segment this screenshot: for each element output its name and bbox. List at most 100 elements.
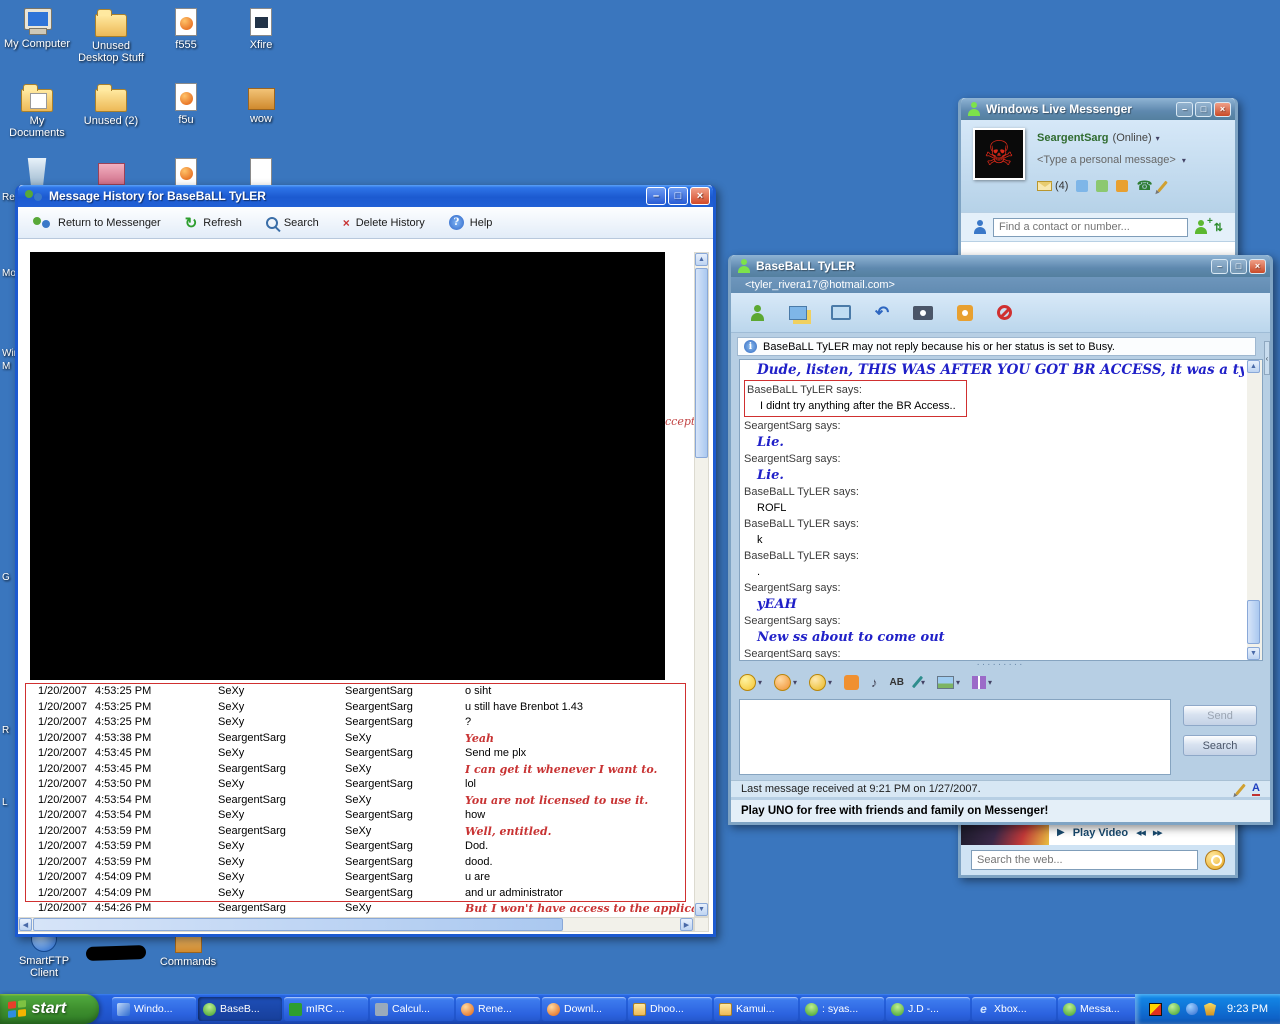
ad-banner[interactable]: Play UNO for free with friends and famil… xyxy=(731,800,1270,822)
gifts-picker[interactable]: ▾ xyxy=(972,676,992,689)
conversation-titlebar[interactable]: BaseBaLL TyLER – □ × xyxy=(731,255,1270,277)
history-row[interactable]: 1/20/20074:53:25 PMSeXySeargentSarg? xyxy=(18,715,694,731)
mail-inbox-button[interactable]: (4) xyxy=(1037,180,1068,192)
personal-message-field[interactable]: <Type a personal message> ▾ xyxy=(1037,154,1186,166)
sharing-folders-icon[interactable] xyxy=(1096,180,1108,192)
desktop-icon-wow[interactable]: wow xyxy=(225,83,297,125)
handwriting-icon[interactable] xyxy=(1157,180,1168,192)
desktop-icon-my-documents[interactable]: My Documents xyxy=(1,83,73,139)
messenger-main-titlebar[interactable]: Windows Live Messenger – □ × xyxy=(961,98,1235,120)
return-to-messenger-button[interactable]: Return to Messenger xyxy=(32,216,161,230)
history-row[interactable]: 1/20/20074:54:26 PMSeargentSargSeXyBut I… xyxy=(18,901,694,917)
close-button[interactable]: × xyxy=(690,187,710,205)
emoticon-picker[interactable]: ▾ xyxy=(739,674,762,691)
history-titlebar[interactable]: Message History for BaseBaLL TyLER – □ × xyxy=(18,185,713,207)
font-button[interactable]: AB xyxy=(890,677,904,688)
close-button[interactable]: × xyxy=(1249,259,1266,274)
history-row[interactable]: 1/20/20074:54:09 PMSeXySeargentSargu are xyxy=(18,870,694,886)
taskbar-button-windo[interactable]: Windo... xyxy=(112,997,196,1021)
voice-clip-button[interactable]: ♪ xyxy=(871,675,878,690)
start-button[interactable]: start xyxy=(0,994,99,1024)
taskbar-button-xbox[interactable]: eXbox... xyxy=(972,997,1056,1021)
refresh-button[interactable]: ↻Refresh xyxy=(185,214,242,232)
history-row[interactable]: 1/20/20074:53:54 PMSeargentSargSeXyYou a… xyxy=(18,793,694,809)
desktop-icon-unused-2[interactable]: Unused (2) xyxy=(75,83,147,127)
undo-button[interactable]: ↶ xyxy=(875,303,889,323)
zonealarm-icon[interactable] xyxy=(1149,1003,1162,1016)
help-button[interactable]: ?Help xyxy=(449,215,493,230)
block-button[interactable] xyxy=(997,305,1012,320)
desktop-icon-my-computer[interactable]: My Computer xyxy=(1,8,73,50)
maximize-button[interactable]: □ xyxy=(1195,102,1212,117)
nudge-button[interactable] xyxy=(844,675,859,690)
video-button[interactable] xyxy=(913,306,933,320)
add-contact-button[interactable]: + xyxy=(1194,220,1208,234)
send-button[interactable]: Send xyxy=(1183,705,1257,726)
taskbar-button-syas[interactable]: : syas... xyxy=(800,997,884,1021)
desktop-icon-box2[interactable] xyxy=(75,158,147,188)
chat-scrollbar[interactable]: ▲ ▼ xyxy=(1247,360,1262,660)
emoticon-shock-picker[interactable]: ▾ xyxy=(809,674,832,691)
scrollbar-thumb[interactable] xyxy=(695,268,708,458)
play-icon[interactable]: ▶ xyxy=(1057,827,1065,838)
history-row[interactable]: 1/20/20074:53:25 PMSeXySeargentSargo sih… xyxy=(18,684,694,700)
history-row[interactable]: 1/20/20074:53:45 PMSeXySeargentSargSend … xyxy=(18,746,694,762)
taskbar-button-calcul[interactable]: Calcul... xyxy=(370,997,454,1021)
scroll-left-icon[interactable]: ◀ xyxy=(19,918,32,931)
find-contact-input[interactable] xyxy=(993,218,1188,237)
history-row[interactable]: 1/20/20074:53:59 PMSeXySeargentSargDod. xyxy=(18,839,694,855)
font-color-icon[interactable]: A xyxy=(1252,783,1260,796)
history-row[interactable]: 1/20/20074:53:59 PMSeXySeargentSargdood. xyxy=(18,855,694,871)
splitter-handle[interactable]: ········· xyxy=(731,661,1270,669)
scrollbar-thumb[interactable] xyxy=(33,918,563,931)
scroll-right-icon[interactable]: ▶ xyxy=(680,918,693,931)
desktop-icon-censored[interactable] xyxy=(80,946,152,963)
message-input[interactable] xyxy=(739,699,1171,775)
history-row[interactable]: 1/20/20074:53:59 PMSeargentSargSeXyWell,… xyxy=(18,824,694,840)
activities-button[interactable] xyxy=(831,305,851,320)
desktop-icon-unused-desktop-stuff[interactable]: Unused Desktop Stuff xyxy=(75,8,147,64)
taskbar-button-baseb[interactable]: BaseB... xyxy=(198,997,282,1021)
maximize-button[interactable]: □ xyxy=(668,187,688,205)
scroll-up-icon[interactable]: ▲ xyxy=(1247,360,1260,373)
background-picker[interactable]: ▾ xyxy=(937,676,960,689)
search-button[interactable]: Search xyxy=(266,217,319,229)
previous-video-icon[interactable]: ◀◀ xyxy=(1136,829,1145,837)
history-row[interactable]: 1/20/20074:53:45 PMSeargentSargSeXyI can… xyxy=(18,762,694,778)
mobile-icon[interactable] xyxy=(1116,180,1128,192)
minimize-button[interactable]: – xyxy=(1176,102,1193,117)
shield-icon[interactable] xyxy=(1204,1003,1216,1016)
minimize-button[interactable]: – xyxy=(1211,259,1228,274)
user-name-row[interactable]: SeargentSarg (Online) ▾ xyxy=(1037,132,1160,144)
invite-button[interactable] xyxy=(749,305,765,321)
taskbar-button-messa[interactable]: Messa... xyxy=(1058,997,1142,1021)
status-dropdown-arrow-icon[interactable]: ▾ xyxy=(1156,134,1160,143)
history-row[interactable]: 1/20/20074:53:50 PMSeXySeargentSarglol xyxy=(18,777,694,793)
history-row[interactable]: 1/20/20074:53:54 PMSeXySeargentSarghow xyxy=(18,808,694,824)
scroll-down-icon[interactable]: ▼ xyxy=(695,903,708,916)
web-search-input[interactable] xyxy=(971,850,1198,870)
delete-history-button[interactable]: ×Delete History xyxy=(343,216,425,230)
search-button[interactable]: Search xyxy=(1183,735,1257,756)
photos-button[interactable] xyxy=(789,306,807,320)
winks-picker[interactable]: ▾ xyxy=(774,674,797,691)
user-avatar[interactable]: ☠ xyxy=(973,128,1025,180)
handwriting-toggle-icon[interactable] xyxy=(1235,783,1246,795)
messenger-tray-icon[interactable] xyxy=(1186,1003,1198,1015)
desktop-icon-f5u[interactable]: f5u xyxy=(150,83,222,126)
taskbar-button-rene[interactable]: Rene... xyxy=(456,997,540,1021)
close-button[interactable]: × xyxy=(1214,102,1231,117)
taskbar-button-mirc[interactable]: mIRC ... xyxy=(284,997,368,1021)
sort-contacts-icon[interactable]: ⇅ xyxy=(1214,221,1223,234)
desktop-icon-recycle[interactable] xyxy=(1,158,73,188)
history-vertical-scrollbar[interactable]: ▲ ▼ xyxy=(694,252,709,917)
play-video-label[interactable]: Play Video xyxy=(1073,827,1128,839)
taskbar-button-j-d[interactable]: J.D -... xyxy=(886,997,970,1021)
taskbar-button-kamui[interactable]: Kamui... xyxy=(714,997,798,1021)
next-video-icon[interactable]: ▶▶ xyxy=(1153,829,1162,837)
psm-dropdown-arrow-icon[interactable]: ▾ xyxy=(1182,156,1186,165)
taskbar-button-dhoo[interactable]: Dhoo... xyxy=(628,997,712,1021)
scrollbar-thumb[interactable] xyxy=(1247,600,1260,644)
contacts-icon[interactable] xyxy=(1076,180,1088,192)
handwriting-button[interactable]: ▾ xyxy=(916,675,925,689)
